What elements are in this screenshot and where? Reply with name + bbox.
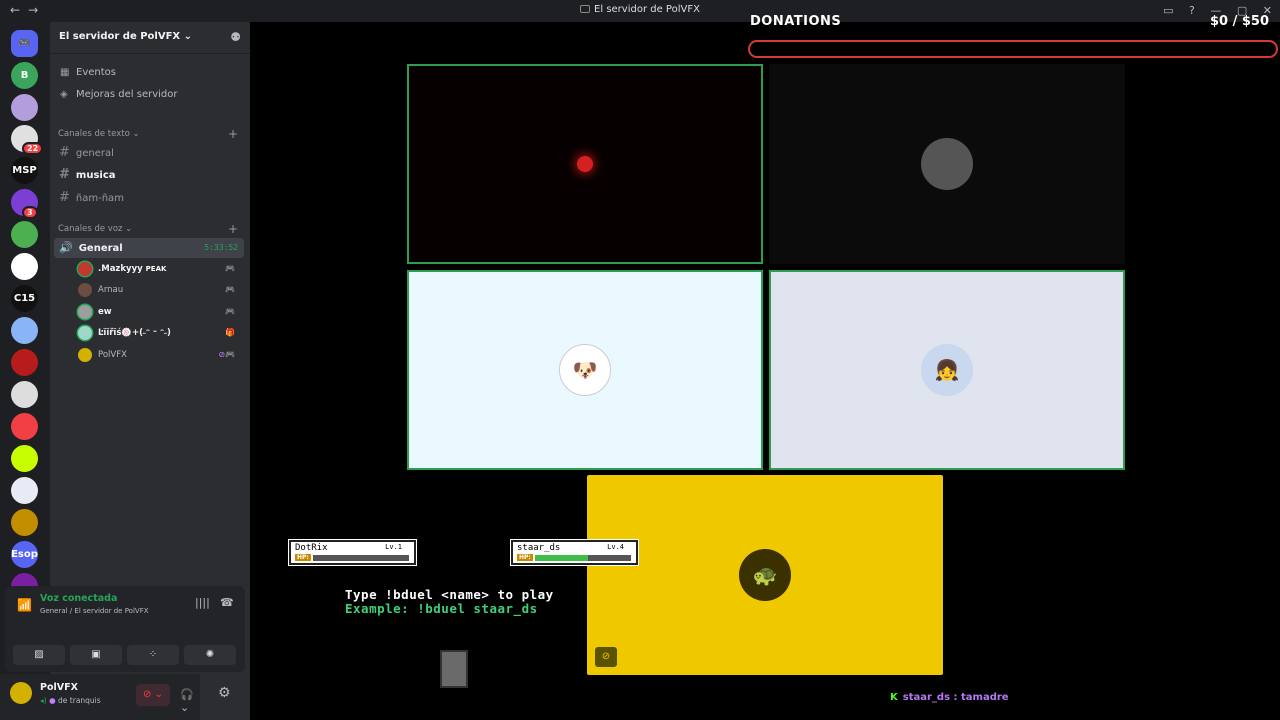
notification-badge: 22 bbox=[22, 142, 44, 155]
channel-musica[interactable]: # musica bbox=[54, 165, 244, 185]
user-status: ◂) ● de tranquis bbox=[40, 696, 101, 705]
donations-progress bbox=[748, 40, 1278, 58]
voice-timer: 5:33:52 bbox=[204, 243, 238, 252]
avatar bbox=[78, 283, 92, 297]
title-bar: ←→ El servidor de PolVFX ▭ ? — ▢ ✕ bbox=[0, 0, 1280, 22]
mute-button[interactable]: ⊘ ⌄ bbox=[136, 684, 170, 706]
server-name[interactable]: El servidor de PolVFX ⌄ bbox=[59, 31, 192, 42]
server-icon[interactable] bbox=[11, 94, 38, 121]
chat-message: Kstaar_ds : tamadre bbox=[890, 692, 1009, 703]
video-tile-speaking[interactable]: 🐢 ⊘ bbox=[587, 475, 943, 675]
hp-track bbox=[313, 555, 409, 561]
add-channel-icon[interactable]: + bbox=[228, 127, 238, 141]
hp-track bbox=[535, 555, 631, 561]
video-tile[interactable]: 👧 bbox=[769, 270, 1125, 470]
server-icon[interactable] bbox=[11, 317, 38, 344]
speaker-icon: 🔊 bbox=[59, 241, 73, 254]
disconnect-icon[interactable]: ☎ bbox=[220, 596, 234, 609]
duel-example: Example: !bduel staar_ds bbox=[345, 601, 538, 616]
voice-location[interactable]: General / El servidor de PolVFX bbox=[40, 607, 149, 615]
notification-badge: 3 bbox=[22, 206, 38, 219]
activity-icon: 🎁 bbox=[225, 328, 235, 337]
soundboard-button[interactable]: ✺ bbox=[184, 645, 236, 665]
server-icon[interactable] bbox=[11, 509, 38, 536]
events-item[interactable]: ▦ Eventos bbox=[60, 67, 116, 78]
red-blip-icon bbox=[577, 156, 593, 172]
server-icon[interactable] bbox=[11, 413, 38, 440]
calendar-icon: ▦ bbox=[60, 67, 70, 78]
activity-icon: 🎮 bbox=[225, 285, 235, 294]
settings-icon[interactable]: ⚙ bbox=[218, 685, 231, 701]
server-icon[interactable]: B bbox=[11, 62, 38, 89]
server-icon[interactable]: C15 bbox=[11, 285, 38, 312]
avatar: 🐢 bbox=[739, 549, 791, 601]
voice-member[interactable]: .Mazkyyy PEAK 🎮 bbox=[78, 260, 243, 278]
boost-icon: ◈ bbox=[60, 89, 68, 100]
server-icon[interactable] bbox=[11, 349, 38, 376]
voice-member[interactable]: Arnau 🎮 bbox=[78, 281, 243, 299]
screenshare-button[interactable]: ▣ bbox=[70, 645, 122, 665]
avatar: 🐶 bbox=[559, 344, 611, 396]
server-header[interactable]: El servidor de PolVFX ⌄ ⚉ bbox=[50, 22, 250, 54]
camera-button[interactable]: ▨ bbox=[13, 645, 65, 665]
muted-icon: ⊘ bbox=[595, 647, 617, 667]
voice-member[interactable]: Ŀĭĭřĭś🍥+(˶ᵔ ᵕ ᵔ˶) 🎁 bbox=[78, 324, 243, 342]
player2-hp-box: staar_ds Lv.4 HP: bbox=[511, 540, 638, 565]
add-channel-icon[interactable]: + bbox=[228, 222, 238, 236]
inbox-icon[interactable]: ▭ bbox=[1163, 4, 1173, 17]
avatar bbox=[78, 348, 92, 362]
server-icon[interactable]: Esop bbox=[11, 541, 38, 568]
server-icon[interactable] bbox=[11, 477, 38, 504]
server-icon[interactable] bbox=[11, 221, 38, 248]
activities-button[interactable]: ⁘ bbox=[127, 645, 179, 665]
help-icon[interactable]: ? bbox=[1189, 4, 1195, 17]
avatar bbox=[78, 262, 92, 276]
voice-category[interactable]: Canales de voz ⌄ + bbox=[58, 222, 238, 236]
kick-icon: K bbox=[890, 692, 898, 703]
server-icon[interactable]: MSP bbox=[11, 157, 38, 184]
voice-connected-panel: 📶 Voz conectada General / El servidor de… bbox=[5, 586, 245, 672]
text-category[interactable]: Canales de texto ⌄ + bbox=[58, 127, 238, 141]
avatar bbox=[78, 326, 92, 340]
hash-icon: # bbox=[59, 190, 70, 205]
player1-hp-box: DotRix Lv.1 HP: bbox=[289, 540, 416, 565]
hash-icon: # bbox=[59, 167, 70, 182]
hp-fill bbox=[535, 555, 588, 561]
hash-icon: # bbox=[59, 145, 70, 160]
signal-icon[interactable]: 📶 bbox=[17, 598, 32, 612]
video-tile[interactable]: 🐶 bbox=[407, 270, 763, 470]
invite-icon[interactable]: ⚉ bbox=[230, 30, 241, 44]
video-tile[interactable] bbox=[407, 64, 763, 264]
server-icon bbox=[580, 5, 591, 13]
avatar bbox=[78, 305, 92, 319]
discord-home-icon[interactable]: 🎮 bbox=[11, 30, 38, 57]
server-icon[interactable] bbox=[11, 381, 38, 408]
noise-suppression-icon[interactable]: |||| bbox=[195, 596, 210, 609]
user-panel: PolVFX ◂) ● de tranquis ⊘ ⌄ 🎧⌄ ⚙ bbox=[0, 674, 231, 720]
video-tile[interactable] bbox=[769, 64, 1125, 264]
avatar[interactable] bbox=[10, 682, 32, 704]
channel-general[interactable]: # general bbox=[54, 143, 244, 163]
activity-icon: ⊘🎮 bbox=[218, 350, 235, 359]
avatar: 👧 bbox=[921, 344, 973, 396]
server-icon[interactable] bbox=[11, 253, 38, 280]
donations-amount: $0 / $50 bbox=[1210, 14, 1270, 29]
window-title: El servidor de PolVFX bbox=[0, 4, 1280, 15]
voice-member[interactable]: PolVFX ⊘🎮 bbox=[78, 346, 243, 364]
voice-member[interactable]: ew 🎮 bbox=[78, 303, 243, 321]
channel-nam-nam[interactable]: # ñam-ñam bbox=[54, 188, 244, 208]
clan-tag: PEAK bbox=[145, 265, 167, 273]
server-icon[interactable] bbox=[11, 445, 38, 472]
activity-icon: 🎮 bbox=[225, 264, 235, 273]
avatar bbox=[921, 138, 973, 190]
headphones-icon[interactable]: 🎧⌄ bbox=[180, 688, 200, 714]
activity-icon: 🎮 bbox=[225, 307, 235, 316]
duel-instruction: Type !bduel <name> to play bbox=[345, 587, 554, 602]
username[interactable]: PolVFX bbox=[40, 682, 78, 693]
voice-channel-general[interactable]: 🔊 General 5:33:52 bbox=[54, 238, 244, 258]
pixel-sprite bbox=[440, 650, 468, 688]
voice-status: Voz conectada bbox=[40, 593, 118, 604]
donations-label: DONATIONS bbox=[750, 14, 842, 29]
boost-item[interactable]: ◈ Mejoras del servidor bbox=[60, 89, 178, 100]
